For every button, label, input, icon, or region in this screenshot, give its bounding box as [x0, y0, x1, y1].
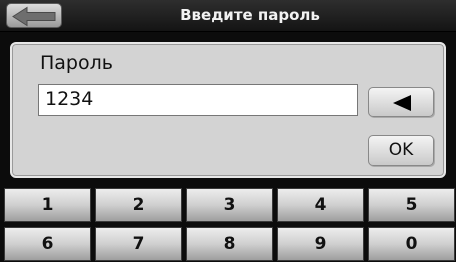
key-1[interactable]: 1	[4, 188, 91, 222]
numeric-keypad: 1 2 3 4 5 6 7 8 9 0	[0, 188, 456, 262]
key-6[interactable]: 6	[4, 227, 91, 261]
key-0[interactable]: 0	[368, 227, 455, 261]
key-3[interactable]: 3	[186, 188, 273, 222]
back-arrow-icon	[12, 6, 56, 27]
key-4[interactable]: 4	[277, 188, 364, 222]
password-label: Пароль	[40, 52, 113, 74]
backspace-button[interactable]	[368, 87, 434, 117]
backspace-triangle-icon	[393, 95, 411, 111]
key-5[interactable]: 5	[368, 188, 455, 222]
back-button[interactable]	[6, 3, 62, 28]
password-dialog: Пароль 1234 OK	[10, 42, 446, 178]
key-8[interactable]: 8	[186, 227, 273, 261]
dialog-title: Введите пароль	[180, 6, 320, 24]
password-screen: Введите пароль Пароль 1234 OK 1 2 3 4 5 …	[0, 0, 456, 262]
password-input[interactable]: 1234	[38, 84, 358, 116]
key-7[interactable]: 7	[95, 227, 182, 261]
title-bar: Введите пароль	[0, 0, 456, 32]
ok-button[interactable]: OK	[368, 135, 434, 166]
key-9[interactable]: 9	[277, 227, 364, 261]
key-2[interactable]: 2	[95, 188, 182, 222]
